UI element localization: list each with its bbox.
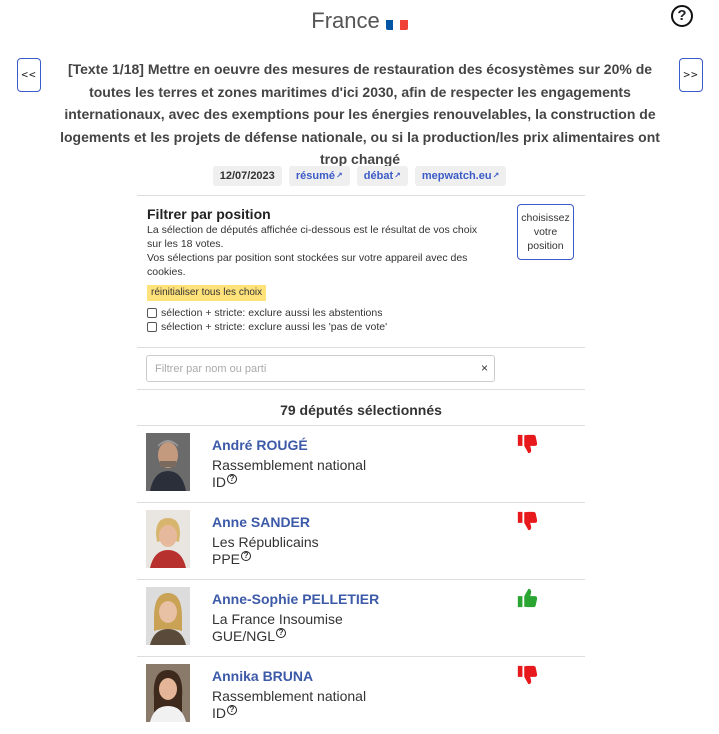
mep-group: PPE? bbox=[212, 551, 252, 567]
mep-photo bbox=[146, 510, 190, 568]
mep-photo bbox=[146, 433, 190, 491]
no-vote-label: sélection + stricte: exclure aussi les '… bbox=[161, 321, 388, 333]
filter-description: La sélection de députés affichée ci-dess… bbox=[147, 223, 487, 279]
help-icon[interactable]: ? bbox=[671, 5, 693, 27]
choose-position-button[interactable]: choisissez votre position bbox=[517, 204, 574, 260]
mep-party: La France Insoumise bbox=[212, 611, 343, 627]
debate-link-label: débat bbox=[363, 170, 394, 182]
mepwatch-link-label: mepwatch.eu bbox=[421, 170, 492, 182]
france-flag-icon bbox=[385, 15, 408, 30]
summary-link[interactable]: résumé↗ bbox=[288, 166, 350, 186]
vote-date: 12/07/2023 bbox=[212, 166, 282, 186]
mep-group-label: PPE bbox=[212, 551, 241, 567]
mep-group-label: ID bbox=[212, 705, 226, 721]
mep-name-link[interactable]: Anne SANDER bbox=[212, 514, 310, 530]
mep-party: Les Républicains bbox=[212, 534, 319, 550]
divider bbox=[137, 389, 585, 390]
mep-row: Annika BRUNA Rassemblement national ID? bbox=[137, 657, 585, 734]
divider bbox=[137, 347, 585, 348]
filter-panel: Filtrer par position La sélection de dép… bbox=[137, 204, 585, 334]
thumbs-up-icon bbox=[517, 588, 538, 608]
group-info-icon[interactable]: ? bbox=[276, 628, 287, 638]
mep-group: ID? bbox=[212, 705, 237, 721]
external-link-icon: ↗ bbox=[394, 171, 401, 180]
mep-group: GUE/NGL? bbox=[212, 628, 287, 644]
mep-name-link[interactable]: Annika BRUNA bbox=[212, 668, 313, 684]
mep-photo bbox=[146, 664, 190, 722]
clear-search-icon[interactable]: × bbox=[481, 361, 488, 375]
previous-vote-button[interactable]: << bbox=[17, 58, 41, 92]
external-link-icon: ↗ bbox=[336, 171, 343, 180]
mep-group-label: GUE/NGL bbox=[212, 628, 276, 644]
thumbs-down-icon bbox=[517, 511, 538, 531]
mepwatch-link[interactable]: mepwatch.eu↗ bbox=[414, 166, 507, 186]
vote-title: [Texte 1/18] Mettre en oeuvre des mesure… bbox=[60, 61, 660, 167]
thumbs-down-icon bbox=[517, 434, 538, 454]
filter-desc-line1: La sélection de députés affichée ci-dess… bbox=[147, 224, 478, 250]
selected-count: 79 députés sélectionnés bbox=[280, 402, 442, 418]
mep-party: Rassemblement national bbox=[212, 457, 367, 473]
mep-group: ID? bbox=[212, 474, 237, 490]
thumbs-down-icon bbox=[517, 665, 538, 685]
search-input[interactable] bbox=[147, 356, 467, 381]
abstentions-label: sélection + stricte: exclure aussi les a… bbox=[161, 307, 383, 319]
debate-link[interactable]: débat↗ bbox=[356, 166, 408, 186]
mep-row: Anne SANDER Les Républicains PPE? bbox=[137, 503, 585, 580]
external-link-icon: ↗ bbox=[492, 171, 500, 180]
group-info-icon[interactable]: ? bbox=[227, 705, 237, 715]
summary-link-label: résumé bbox=[295, 170, 335, 182]
mep-row: André ROUGÉ Rassemblement national ID? bbox=[137, 426, 585, 503]
mep-name-link[interactable]: Anne-Sophie PELLETIER bbox=[212, 591, 379, 607]
strict-no-vote-option[interactable]: sélection + stricte: exclure aussi les '… bbox=[147, 320, 575, 334]
group-info-icon[interactable]: ? bbox=[227, 474, 237, 484]
strict-abstentions-option[interactable]: sélection + stricte: exclure aussi les a… bbox=[147, 306, 575, 320]
mep-group-label: ID bbox=[212, 474, 226, 490]
next-vote-button[interactable]: >> bbox=[679, 58, 703, 92]
mep-name-link[interactable]: André ROUGÉ bbox=[212, 437, 308, 453]
divider bbox=[137, 195, 585, 196]
mep-row: Anne-Sophie PELLETIER La France Insoumis… bbox=[137, 580, 585, 657]
abstentions-checkbox[interactable] bbox=[147, 308, 157, 318]
search-box: × bbox=[146, 355, 495, 382]
filter-desc-line2: Vos sélections par position sont stockée… bbox=[147, 252, 468, 278]
filter-heading: Filtrer par position bbox=[147, 206, 271, 222]
mep-party: Rassemblement national bbox=[212, 688, 367, 704]
country-name: France bbox=[311, 8, 380, 33]
group-info-icon[interactable]: ? bbox=[241, 551, 252, 561]
page-title: France bbox=[0, 8, 719, 34]
vote-links-row: 12/07/2023 résumé↗ débat↗ mepwatch.eu↗ bbox=[0, 166, 719, 186]
mep-photo bbox=[146, 587, 190, 645]
reset-choices-button[interactable]: réinitialiser tous les choix bbox=[147, 285, 267, 301]
no-vote-checkbox[interactable] bbox=[147, 322, 157, 332]
